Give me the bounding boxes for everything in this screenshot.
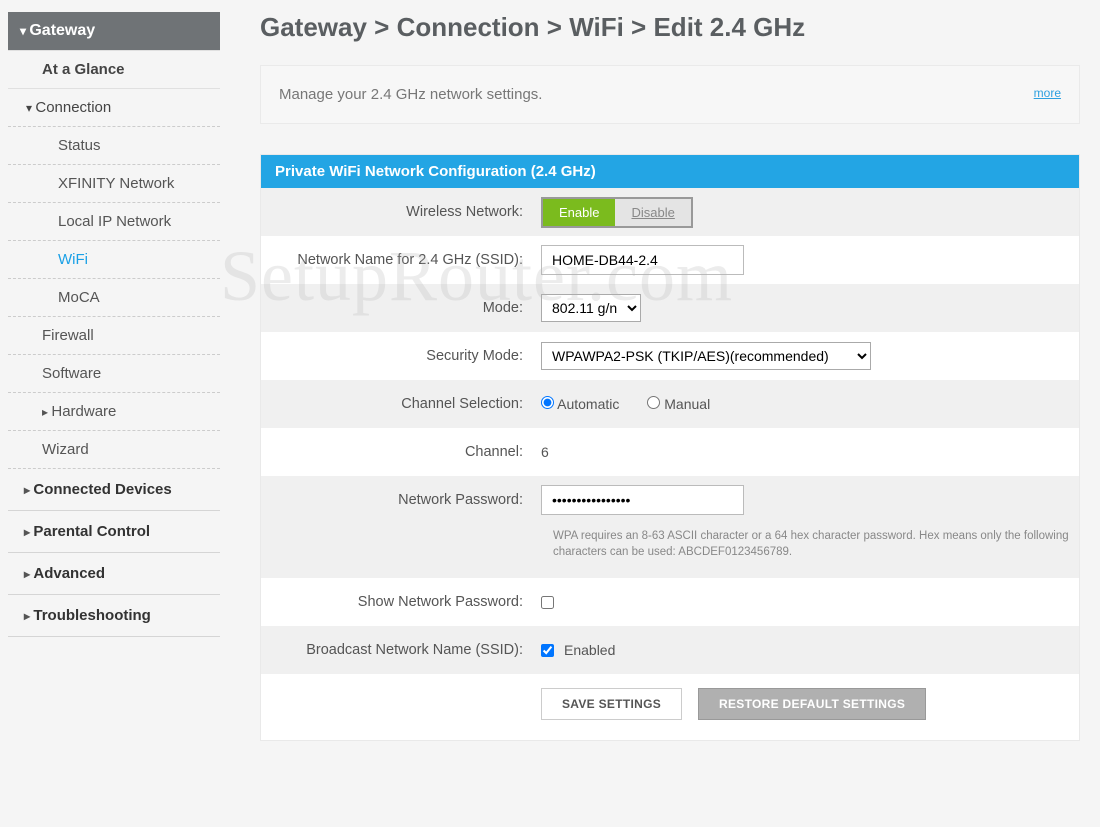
broadcast-label: Broadcast Network Name (SSID): xyxy=(271,642,541,658)
row-channel: Channel: 6 xyxy=(261,428,1079,476)
chevron-right-icon xyxy=(42,403,51,420)
sidebar-item-label: Status xyxy=(58,137,101,154)
row-security: Security Mode: WPAWPA2-PSK (TKIP/AES)(re… xyxy=(261,332,1079,380)
sidebar-item-at-a-glance[interactable]: At a Glance xyxy=(8,51,220,89)
sidebar-section-troubleshooting[interactable]: Troubleshooting xyxy=(8,595,220,637)
enable-button[interactable]: Enable xyxy=(543,199,615,226)
button-row: SAVE SETTINGS RESTORE DEFAULT SETTINGS xyxy=(261,674,1079,740)
show-password-checkbox[interactable] xyxy=(541,596,554,609)
sidebar-item-wizard[interactable]: Wizard xyxy=(8,431,220,469)
mode-label: Mode: xyxy=(271,300,541,316)
wireless-toggle[interactable]: Enable Disable xyxy=(541,197,693,228)
sidebar: Gateway At a Glance Connection Status XFINI… xyxy=(8,12,220,741)
restore-defaults-button[interactable]: RESTORE DEFAULT SETTINGS xyxy=(698,688,926,720)
sidebar-item-label: Software xyxy=(42,365,101,382)
sidebar-header-gateway[interactable]: Gateway xyxy=(8,12,220,51)
sidebar-item-connection[interactable]: Connection xyxy=(8,89,220,127)
chevron-right-icon xyxy=(24,523,33,540)
password-label: Network Password: xyxy=(271,492,541,508)
security-label: Security Mode: xyxy=(271,348,541,364)
password-input[interactable] xyxy=(541,485,744,515)
sidebar-item-label: WiFi xyxy=(58,251,88,268)
disable-button[interactable]: Disable xyxy=(615,199,690,226)
broadcast-checkbox[interactable] xyxy=(541,644,554,657)
chevron-right-icon xyxy=(24,565,33,582)
sidebar-item-label: XFINITY Network xyxy=(58,175,174,192)
sidebar-section-label: Advanced xyxy=(33,565,105,582)
info-text: Manage your 2.4 GHz network settings. xyxy=(279,86,542,103)
sidebar-item-moca[interactable]: MoCA xyxy=(8,279,220,317)
row-channel-selection: Channel Selection: Automatic Manual xyxy=(261,380,1079,428)
sidebar-item-label: Wizard xyxy=(42,441,89,458)
row-mode: Mode: 802.11 g/n xyxy=(261,284,1079,332)
main-content: Gateway > Connection > WiFi > Edit 2.4 G… xyxy=(260,12,1080,741)
more-link[interactable]: more xyxy=(1034,86,1061,100)
ssid-label: Network Name for 2.4 GHz (SSID): xyxy=(271,252,541,268)
channel-manual-option[interactable]: Manual xyxy=(647,396,710,412)
row-ssid: Network Name for 2.4 GHz (SSID): xyxy=(261,236,1079,284)
row-show-password: Show Network Password: xyxy=(261,578,1079,626)
sidebar-item-label: Firewall xyxy=(42,327,94,344)
channel-manual-radio[interactable] xyxy=(647,396,660,409)
sidebar-item-label: At a Glance xyxy=(42,61,125,78)
security-select[interactable]: WPAWPA2-PSK (TKIP/AES)(recommended) xyxy=(541,342,871,370)
row-password: Network Password: xyxy=(261,476,1079,524)
sidebar-item-label: Local IP Network xyxy=(58,213,171,230)
password-hint: WPA requires an 8-63 ASCII character or … xyxy=(261,524,1079,578)
sidebar-item-local-ip-network[interactable]: Local IP Network xyxy=(8,203,220,241)
sidebar-section-label: Troubleshooting xyxy=(33,607,151,624)
sidebar-item-wifi[interactable]: WiFi xyxy=(8,241,220,279)
channel-auto-radio[interactable] xyxy=(541,396,554,409)
sidebar-item-firewall[interactable]: Firewall xyxy=(8,317,220,355)
channel-value: 6 xyxy=(541,444,1069,460)
sidebar-item-hardware[interactable]: Hardware xyxy=(8,393,220,431)
mode-select[interactable]: 802.11 g/n xyxy=(541,294,641,322)
chevron-down-icon xyxy=(20,22,29,39)
sidebar-section-parental-control[interactable]: Parental Control xyxy=(8,511,220,553)
show-password-label: Show Network Password: xyxy=(271,594,541,610)
channel-auto-option[interactable]: Automatic xyxy=(541,396,619,412)
sidebar-section-label: Connected Devices xyxy=(33,481,171,498)
channel-label: Channel: xyxy=(271,444,541,460)
chevron-right-icon xyxy=(24,481,33,498)
row-broadcast: Broadcast Network Name (SSID): Enabled xyxy=(261,626,1079,674)
broadcast-text: Enabled xyxy=(564,642,615,658)
breadcrumb: Gateway > Connection > WiFi > Edit 2.4 G… xyxy=(260,12,1080,43)
sidebar-section-advanced[interactable]: Advanced xyxy=(8,553,220,595)
channel-selection-label: Channel Selection: xyxy=(271,396,541,412)
sidebar-item-software[interactable]: Software xyxy=(8,355,220,393)
sidebar-item-xfinity-network[interactable]: XFINITY Network xyxy=(8,165,220,203)
sidebar-item-status[interactable]: Status xyxy=(8,127,220,165)
sidebar-section-connected-devices[interactable]: Connected Devices xyxy=(8,469,220,511)
save-settings-button[interactable]: SAVE SETTINGS xyxy=(541,688,682,720)
chevron-right-icon xyxy=(24,607,33,624)
ssid-input[interactable] xyxy=(541,245,744,275)
info-bar: Manage your 2.4 GHz network settings. mo… xyxy=(260,65,1080,124)
sidebar-item-label: Connection xyxy=(35,99,111,116)
sidebar-item-label: Hardware xyxy=(51,403,116,420)
sidebar-section-label: Parental Control xyxy=(33,523,150,540)
sidebar-header-label: Gateway xyxy=(29,22,95,39)
config-panel: Private WiFi Network Configuration (2.4 … xyxy=(260,154,1080,741)
wireless-network-label: Wireless Network: xyxy=(271,204,541,220)
row-wireless-network: Wireless Network: Enable Disable xyxy=(261,188,1079,236)
sidebar-item-label: MoCA xyxy=(58,289,100,306)
panel-title: Private WiFi Network Configuration (2.4 … xyxy=(261,155,1079,188)
chevron-down-icon xyxy=(26,99,35,116)
